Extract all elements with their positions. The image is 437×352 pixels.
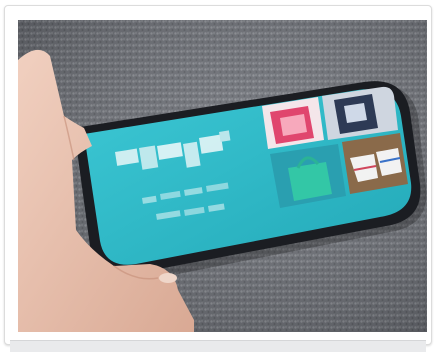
image-card — [4, 5, 432, 345]
product-photo — [18, 20, 427, 332]
green-bag-icon — [288, 162, 332, 201]
caption-bar — [10, 340, 426, 352]
photo-illustration — [18, 20, 427, 332]
